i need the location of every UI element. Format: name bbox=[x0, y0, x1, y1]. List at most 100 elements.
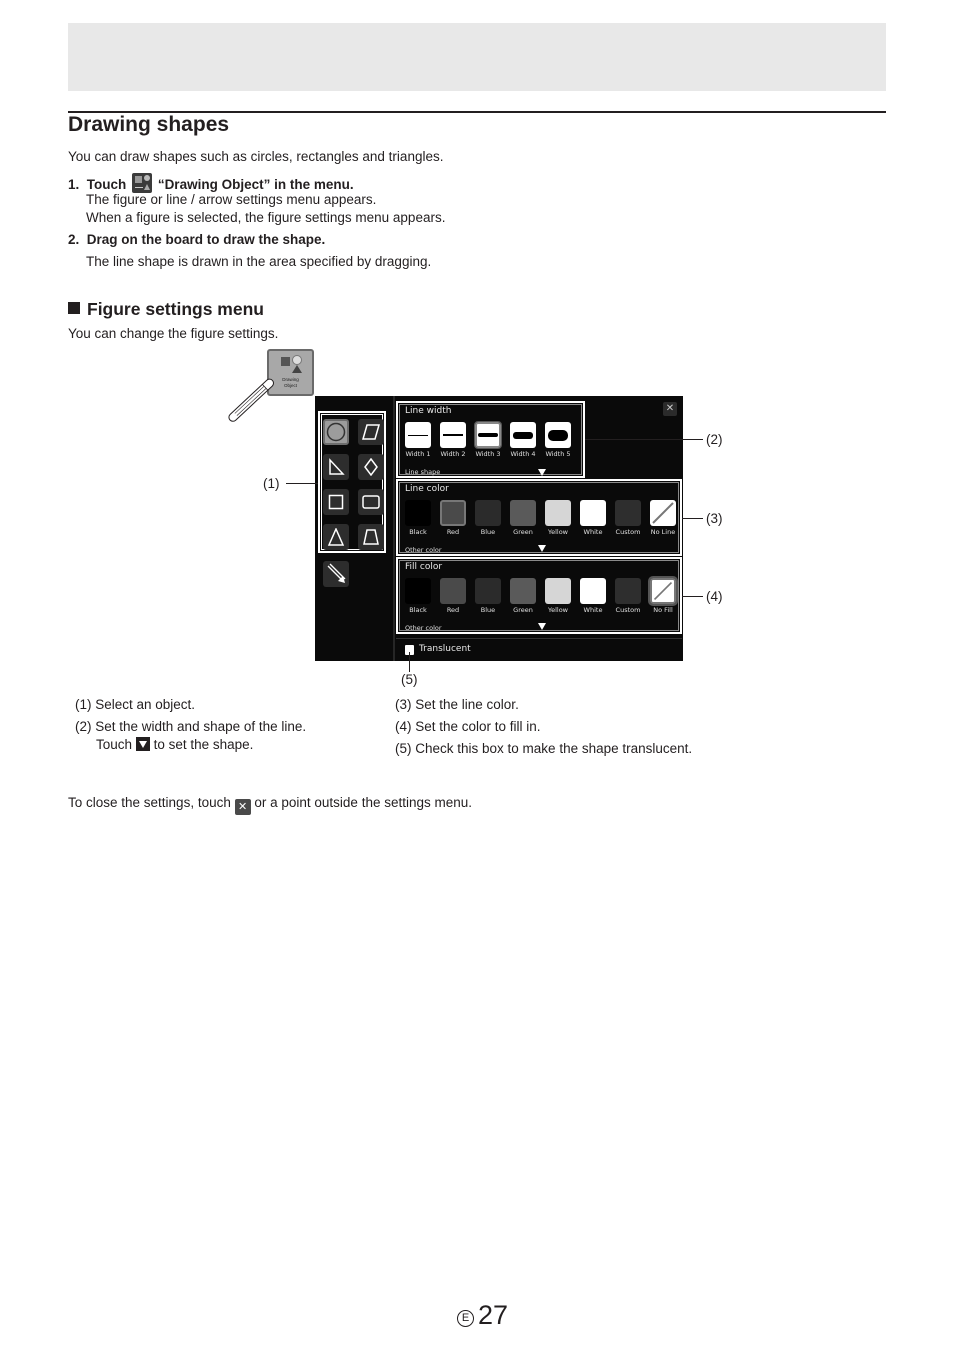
shape-trapezoid-button[interactable] bbox=[358, 524, 384, 550]
header-band bbox=[68, 23, 886, 91]
page-number: E 27 bbox=[457, 1300, 508, 1331]
step-1: 1. Touch “Drawing Object” in the menu. bbox=[68, 173, 354, 193]
fill-color-white-swatch[interactable] bbox=[580, 578, 606, 604]
step-2: 2. Drag on the board to draw the shape. bbox=[68, 232, 326, 247]
width-2-button[interactable] bbox=[440, 422, 466, 448]
legend-item-2: (2) Set the width and shape of the line. bbox=[75, 719, 307, 734]
shape-rectangle-button[interactable] bbox=[358, 489, 384, 515]
square-glyph bbox=[281, 357, 290, 366]
fill-color-swatch-label: Red bbox=[446, 606, 460, 614]
fill-color-swatch-label: Blue bbox=[480, 606, 496, 614]
circle-icon bbox=[326, 422, 346, 442]
fill-color-swatch-label: Green bbox=[513, 606, 533, 614]
square-icon bbox=[328, 494, 344, 510]
parallelogram-icon bbox=[362, 424, 380, 440]
panel-divider bbox=[393, 396, 395, 661]
bullet-square-icon bbox=[68, 302, 80, 314]
callout-3: (3) bbox=[706, 511, 723, 526]
line-color-swatch-label: Green bbox=[513, 528, 533, 536]
fill-color-black-swatch[interactable] bbox=[405, 578, 431, 604]
fill-color-section: Fill color Other color Black Red Blue Green… bbox=[396, 557, 682, 634]
arrow-icon bbox=[327, 563, 346, 583]
fill-color-red-swatch[interactable] bbox=[440, 578, 466, 604]
line-color-swatch-label: White bbox=[583, 528, 603, 536]
drawing-object-icon bbox=[132, 173, 153, 193]
step-1-detail-2: When a figure is selected, the figure se… bbox=[86, 210, 446, 225]
circle-glyph bbox=[292, 355, 302, 365]
intro-text: You can draw shapes such as circles, rec… bbox=[68, 149, 444, 164]
section-title: Figure settings menu bbox=[68, 299, 264, 320]
line-color-swatch-label: Yellow bbox=[547, 528, 568, 536]
fill-color-swatch-label: Black bbox=[409, 606, 427, 614]
dropdown-triangle-icon bbox=[135, 737, 150, 751]
line-color-swatch-label: Black bbox=[409, 528, 427, 536]
legend-item-4: (4) Set the color to fill in. bbox=[395, 719, 541, 734]
callout-1: (1) bbox=[263, 476, 280, 491]
step-2-detail-1: The line shape is drawn in the area spec… bbox=[86, 254, 432, 269]
line-color-black-swatch[interactable] bbox=[405, 500, 431, 526]
line-color-swatch-label: Red bbox=[446, 528, 460, 536]
fill-other-color-dropdown-icon[interactable] bbox=[538, 623, 546, 630]
legend-item-5: (5) Check this box to make the shape tra… bbox=[395, 741, 693, 756]
fill-color-swatch-label: White bbox=[583, 606, 603, 614]
diamond-icon bbox=[364, 458, 378, 476]
line-shape-dropdown-icon[interactable] bbox=[538, 469, 546, 476]
right-triangle-icon bbox=[329, 458, 345, 475]
fill-color-swatch-label: Custom bbox=[615, 606, 641, 614]
line-color-red-swatch[interactable] bbox=[440, 500, 466, 526]
fill-color-custom-swatch[interactable] bbox=[615, 578, 641, 604]
width-4-button[interactable] bbox=[510, 422, 536, 448]
other-color-label: Other color bbox=[405, 624, 442, 632]
line-color-yellow-swatch[interactable] bbox=[545, 500, 571, 526]
shape-square-button[interactable] bbox=[323, 489, 349, 515]
region-e-badge: E bbox=[457, 1310, 474, 1327]
shape-selector-group bbox=[317, 410, 387, 554]
line-color-custom-swatch[interactable] bbox=[615, 500, 641, 526]
close-icon: ✕ bbox=[234, 799, 251, 815]
width-1-button[interactable] bbox=[405, 422, 431, 448]
fill-color-no-fill-swatch[interactable] bbox=[648, 576, 678, 606]
width-3-button[interactable] bbox=[474, 421, 502, 449]
line-other-color-dropdown-icon[interactable] bbox=[538, 545, 546, 552]
translucent-label: Translucent bbox=[419, 644, 471, 654]
line-width-title: Line width bbox=[405, 406, 452, 416]
line-color-no-line-swatch[interactable] bbox=[650, 500, 676, 526]
no-color-slash-icon bbox=[653, 581, 673, 601]
shape-right-triangle-button[interactable] bbox=[323, 454, 349, 480]
line-color-swatch-label: Blue bbox=[480, 528, 496, 536]
line-color-swatch-label: Custom bbox=[615, 528, 641, 536]
callout-4: (4) bbox=[706, 589, 723, 604]
section-intro: You can change the figure settings. bbox=[68, 326, 279, 341]
trapezoid-icon bbox=[363, 529, 379, 545]
legend-item-2-detail: Touch to set the shape. bbox=[96, 737, 254, 752]
line-color-green-swatch[interactable] bbox=[510, 500, 536, 526]
shape-circle-button[interactable] bbox=[323, 419, 349, 445]
callout-2: (2) bbox=[706, 432, 723, 447]
line-width-section: Line width Width 1 Width 2 Width 3 Width… bbox=[396, 401, 585, 478]
other-color-label: Other color bbox=[405, 546, 442, 554]
line-color-blue-swatch[interactable] bbox=[475, 500, 501, 526]
line-color-white-swatch[interactable] bbox=[580, 500, 606, 526]
legend-item-3: (3) Set the line color. bbox=[395, 697, 519, 712]
rounded-rectangle-icon bbox=[362, 495, 380, 509]
translucent-divider bbox=[396, 638, 682, 639]
shape-diamond-button[interactable] bbox=[358, 454, 384, 480]
line-color-section: Line color Other color Black Red Blue Green… bbox=[396, 479, 682, 556]
line-arrow-button[interactable] bbox=[323, 561, 349, 587]
shape-parallelogram-button[interactable] bbox=[358, 419, 384, 445]
fill-color-swatch-label: Yellow bbox=[547, 606, 568, 614]
page-title: Drawing shapes bbox=[68, 113, 230, 136]
legend-item-1: (1) Select an object. bbox=[75, 697, 196, 712]
line-shape-label: Line shape bbox=[405, 468, 441, 476]
line-color-swatch-label: No Line bbox=[650, 528, 676, 536]
callout-5: (5) bbox=[401, 672, 418, 687]
close-button[interactable]: ✕ bbox=[663, 402, 677, 416]
fill-color-blue-swatch[interactable] bbox=[475, 578, 501, 604]
stylus-pen-icon bbox=[228, 378, 274, 422]
fill-color-green-swatch[interactable] bbox=[510, 578, 536, 604]
fill-color-yellow-swatch[interactable] bbox=[545, 578, 571, 604]
close-settings-note: To close the settings, touch ✕ or a poin… bbox=[68, 795, 473, 815]
shape-triangle-button[interactable] bbox=[323, 524, 349, 550]
triangle-icon bbox=[327, 528, 345, 546]
width-5-button[interactable] bbox=[545, 422, 571, 448]
